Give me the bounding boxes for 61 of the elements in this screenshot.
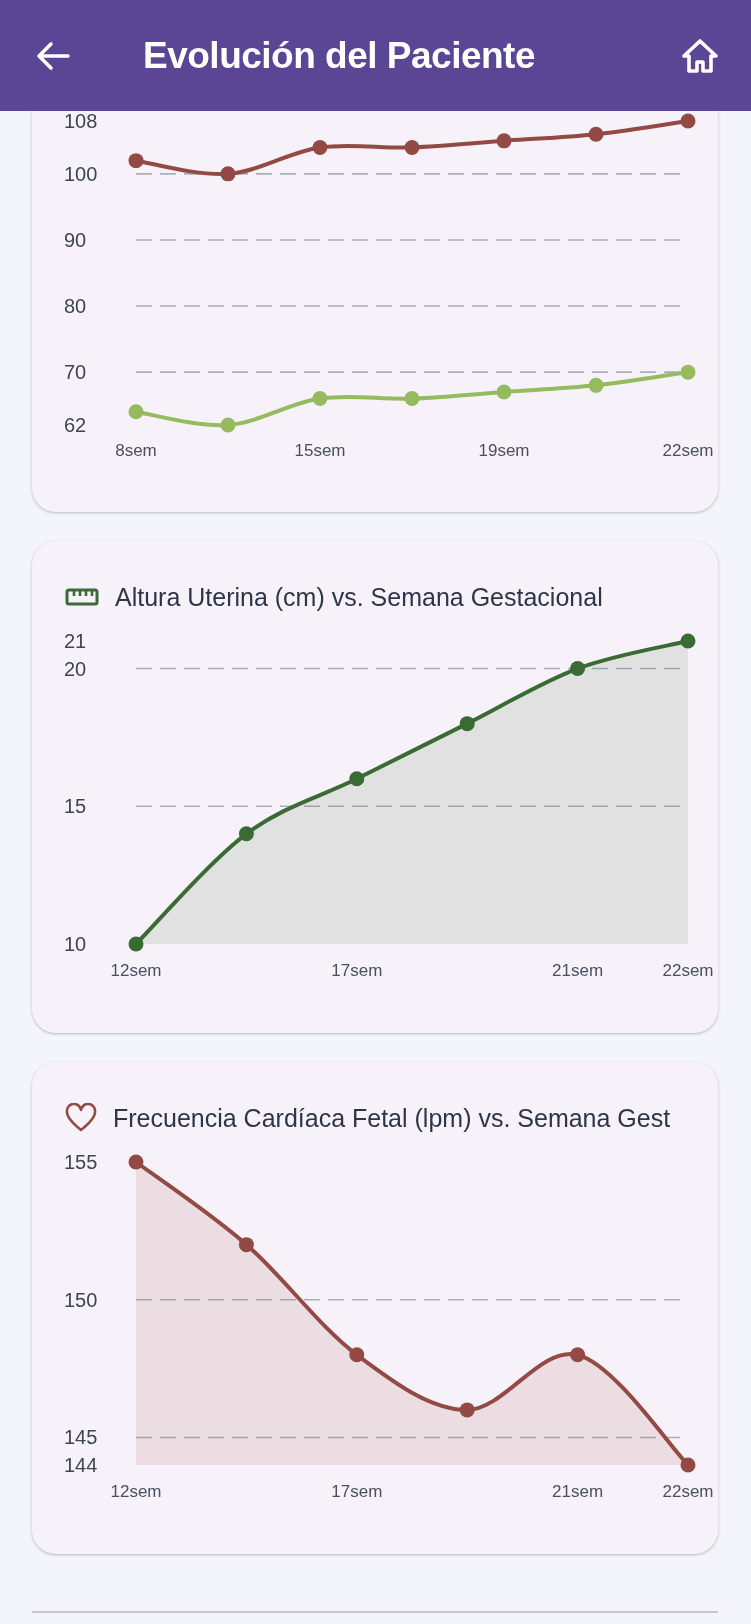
back-arrow-icon	[36, 40, 70, 71]
data-point	[680, 364, 696, 380]
data-point	[312, 139, 328, 155]
axis-tick-label: 21sem	[552, 960, 604, 980]
back-button[interactable]	[36, 40, 70, 71]
axis-tick-label: 12sem	[110, 960, 162, 980]
axis-tick-label: 22sem	[662, 440, 714, 460]
ruler-icon	[65, 587, 99, 607]
axis-tick-label: 21sem	[552, 1481, 604, 1501]
axis-tick-label: 22sem	[662, 960, 714, 980]
axis-tick-label: 108	[64, 111, 98, 132]
data-point	[349, 771, 365, 787]
axis-tick-label: 70	[64, 361, 87, 384]
axis-tick-label: 90	[64, 228, 87, 251]
data-point	[680, 113, 696, 129]
data-point	[570, 1347, 586, 1363]
data-point	[496, 133, 512, 149]
axis-tick-label: 62	[64, 414, 87, 436]
data-point	[459, 716, 475, 732]
data-point	[680, 1457, 696, 1473]
axis-tick-label: 10	[64, 933, 87, 955]
data-point	[128, 153, 144, 169]
axis-tick-label: 17sem	[331, 960, 383, 980]
data-point	[404, 391, 420, 407]
axis-tick-label: 22sem	[662, 1481, 714, 1501]
axis-tick-label: 21	[64, 630, 87, 652]
axis-tick-label: 100	[64, 162, 98, 185]
home-icon	[681, 37, 719, 74]
data-point	[128, 936, 144, 952]
data-point	[404, 139, 420, 155]
data-point	[459, 1402, 475, 1418]
data-point	[312, 391, 328, 407]
home-button[interactable]	[681, 37, 719, 74]
data-point	[238, 1237, 254, 1253]
data-point	[588, 377, 604, 393]
axis-tick-label: 145	[64, 1426, 98, 1449]
axis-tick-label: 12sem	[110, 1481, 162, 1501]
chart-title: Altura Uterina (cm) vs. Semana Gestacional	[115, 582, 603, 612]
data-point	[570, 661, 586, 677]
data-point	[680, 633, 696, 649]
axis-tick-label: 20	[64, 657, 87, 680]
data-point	[128, 1154, 144, 1170]
data-point	[349, 1347, 365, 1363]
axis-tick-label: 80	[64, 295, 87, 318]
axis-tick-label: 8sem	[115, 440, 157, 460]
data-point	[238, 826, 254, 842]
data-point	[220, 166, 236, 182]
heart-icon	[65, 1103, 97, 1133]
axis-tick-label: 15sem	[294, 440, 346, 460]
chart-title: Frecuencia Cardíaca Fetal (lpm) vs. Semana Gest	[113, 1103, 671, 1133]
screen-title: Evolución del Paciente	[143, 34, 535, 77]
axis-tick-label: 155	[64, 1151, 98, 1173]
axis-tick-label: 17sem	[331, 1481, 383, 1501]
axis-tick-label: 144	[64, 1454, 98, 1476]
axis-tick-label: 15	[64, 795, 87, 818]
data-point	[128, 404, 144, 420]
data-point	[220, 417, 236, 433]
data-point	[496, 384, 512, 400]
axis-tick-label: 19sem	[478, 440, 530, 460]
axis-tick-label: 150	[64, 1288, 98, 1311]
data-point	[588, 126, 604, 142]
